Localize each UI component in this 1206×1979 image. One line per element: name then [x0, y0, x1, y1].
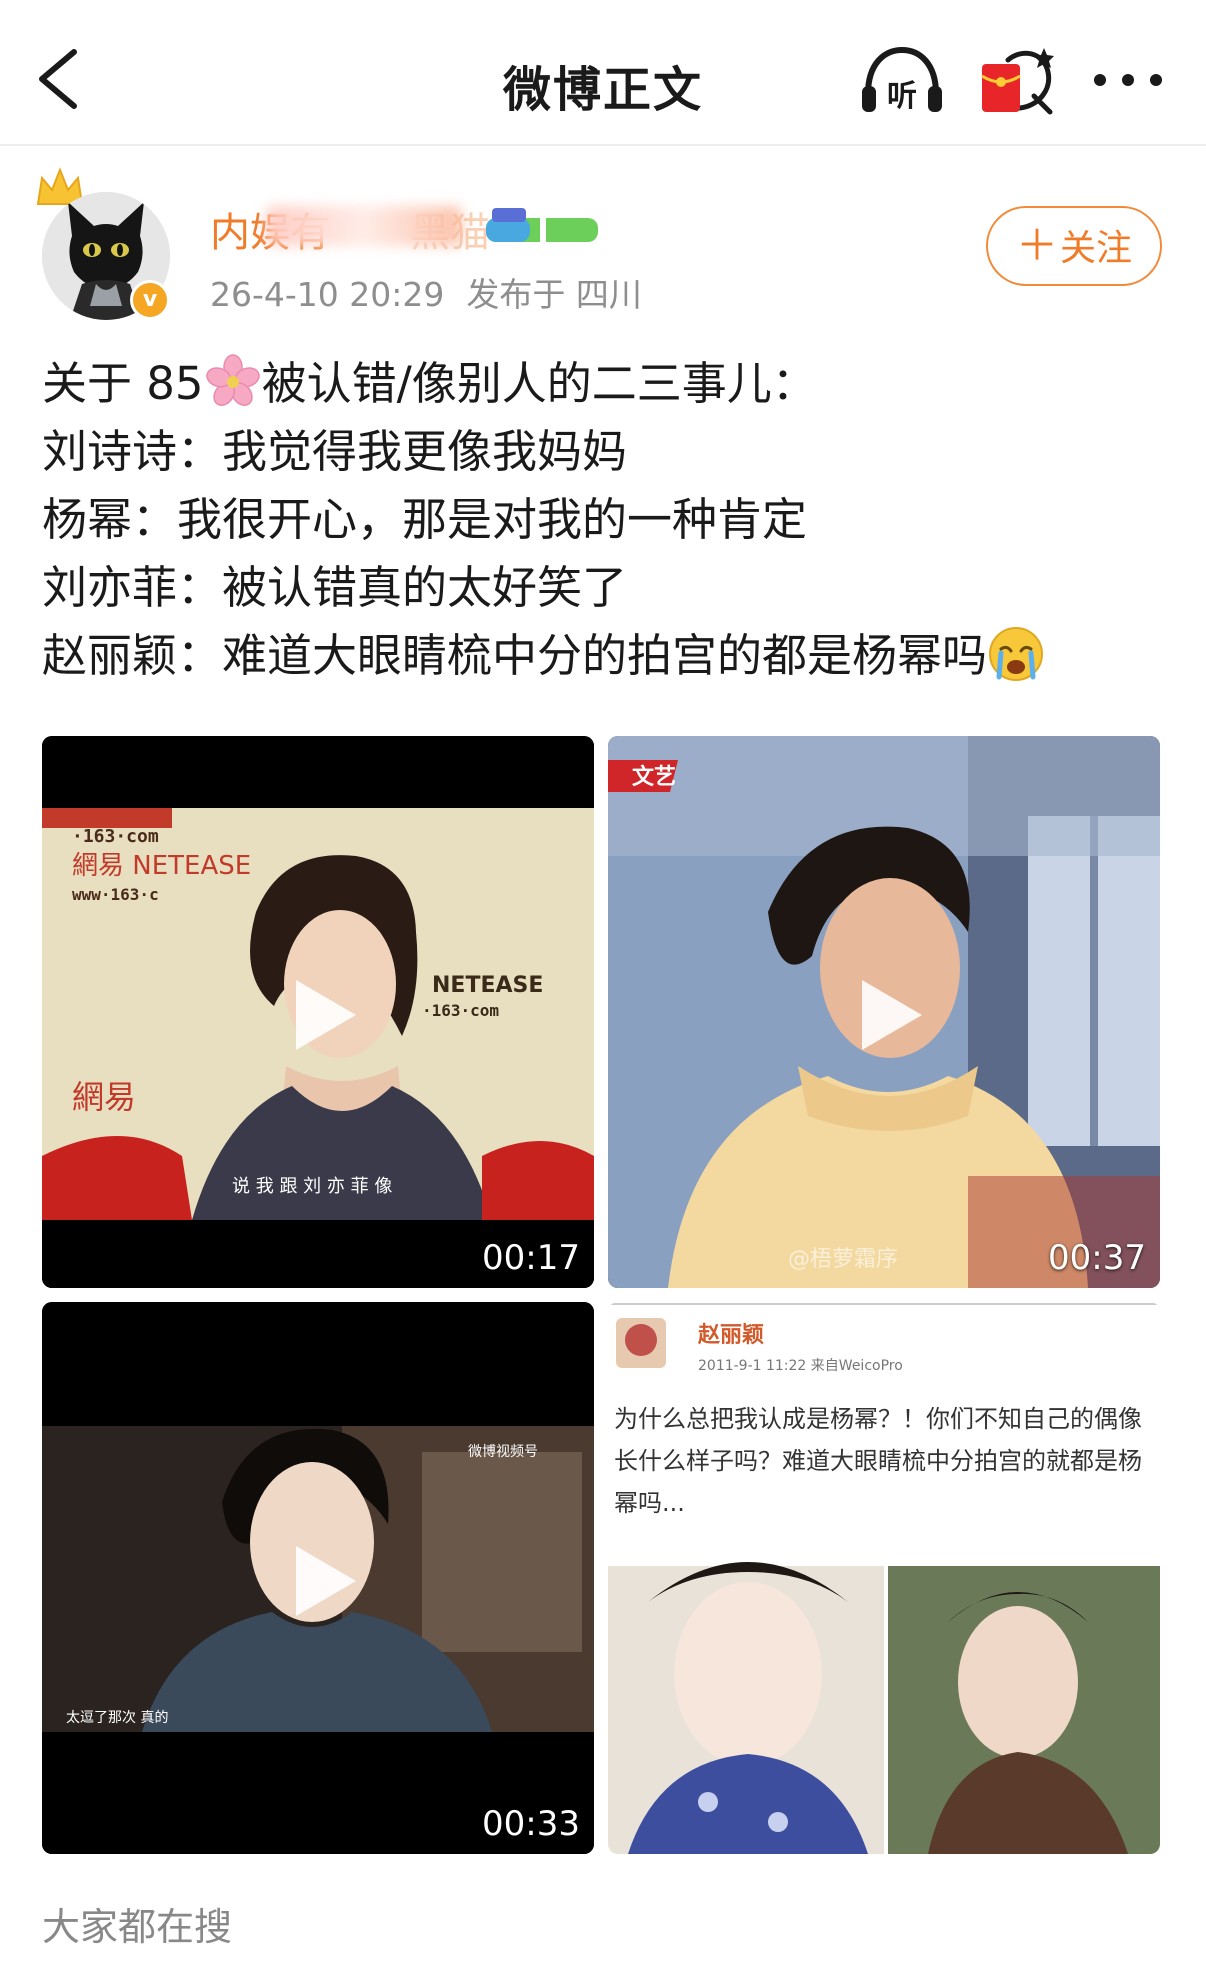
watermark-text: 微博视频号 [468, 1443, 538, 1460]
post-line-text: 赵丽颖：难道大眼睛梳中分的拍宫的都是杨幂吗 [42, 629, 988, 682]
trending-search-title: 大家都在搜 [42, 1905, 233, 1949]
play-icon[interactable] [290, 1542, 360, 1620]
post-line: 刘亦菲：被认错真的太好笑了 [42, 561, 628, 614]
follow-label: 关注 [1060, 228, 1133, 269]
plus-icon: ＋ [1015, 221, 1058, 270]
red-packet-icon[interactable] [978, 46, 1058, 116]
listen-label: 听 [887, 79, 917, 114]
post-line-text: 被认错/像别人的二三事儿： [261, 357, 817, 410]
post-content: 关于 85 被认错/像别人的二三事儿： 刘诗诗：我觉得我更像我妈妈 杨幂：我很开… [42, 350, 1172, 690]
video-duration: 00:17 [482, 1238, 580, 1278]
verified-badge: v [130, 280, 170, 320]
screenshot-text: 为什么总把我认成是杨幂？！你们不知自己的偶像长什么样子吗？难道大眼睛梳中分拍宫的… [614, 1405, 1142, 1517]
play-icon[interactable] [856, 976, 926, 1054]
logo-text: ·163·com [72, 826, 159, 847]
redaction-blur [266, 206, 462, 246]
screenshot-meta: 2011-9-1 11:22 来自WeicoPro [698, 1358, 903, 1374]
video-thumbnail[interactable]: 文艺 @梧萝霜序 00:37 [608, 736, 1160, 1288]
cherry-blossom-icon [205, 354, 260, 406]
logo-text: ·163·com [422, 1001, 499, 1020]
level-badge-icon [486, 208, 598, 242]
post-line: 关于 85 被认错/像别人的二三事儿： [42, 350, 1172, 418]
screenshot-username: 赵丽颖 [697, 1322, 764, 1348]
top-nav-bar: 微博正文 听 [0, 0, 1206, 146]
logo-text: 網易 [72, 1078, 136, 1116]
weibo-screenshot-image: 赵丽颖 2011-9-1 11:22 来自WeicoPro 为什么总把我认成是杨… [608, 1302, 1160, 1854]
post-line-text: 关于 85 [42, 357, 204, 410]
logo-text: NETEASE [432, 973, 543, 998]
video-subtitle: 太逗了那次 真的 [66, 1710, 168, 1726]
video-thumbnail[interactable]: ·163·com 網易 NETEASE www·163·c NETEASE ·1… [42, 736, 594, 1288]
post-line: 刘诗诗：我觉得我更像我妈妈 [42, 425, 628, 478]
crying-face-icon [989, 627, 1044, 681]
post-time: 26-4-10 20:29 [210, 275, 445, 314]
author-name[interactable]: 内娱有一一黑猫 [210, 200, 490, 258]
post-line: 赵丽颖：难道大眼睛梳中分的拍宫的都是杨幂吗 [42, 622, 1172, 690]
logo-text: 網易 NETEASE [72, 851, 251, 881]
listen-headphones-icon[interactable]: 听 [860, 46, 944, 116]
more-icon[interactable] [1090, 62, 1166, 98]
channel-label: 文艺 [632, 764, 676, 790]
logo-text: www·163·c [72, 885, 159, 904]
video-thumbnail[interactable]: 微博视频号 太逗了那次 真的 00:33 [42, 1302, 594, 1854]
video-duration: 00:37 [1048, 1238, 1146, 1278]
post-meta: 26-4-10 20:29 发布于 四川 [210, 268, 642, 316]
video-duration: 00:33 [482, 1804, 580, 1844]
post-line: 杨幂：我很开心，那是对我的一种肯定 [42, 493, 808, 546]
video-subtitle: 说 我 跟 刘 亦 菲 像 [232, 1176, 392, 1197]
play-icon[interactable] [290, 976, 360, 1054]
follow-button[interactable]: ＋关注 [986, 206, 1162, 286]
post-location: 发布于 四川 [466, 275, 642, 314]
watermark-text: @梧萝霜序 [788, 1247, 898, 1272]
image-thumbnail[interactable]: 赵丽颖 2011-9-1 11:22 来自WeicoPro 为什么总把我认成是杨… [608, 1302, 1160, 1854]
